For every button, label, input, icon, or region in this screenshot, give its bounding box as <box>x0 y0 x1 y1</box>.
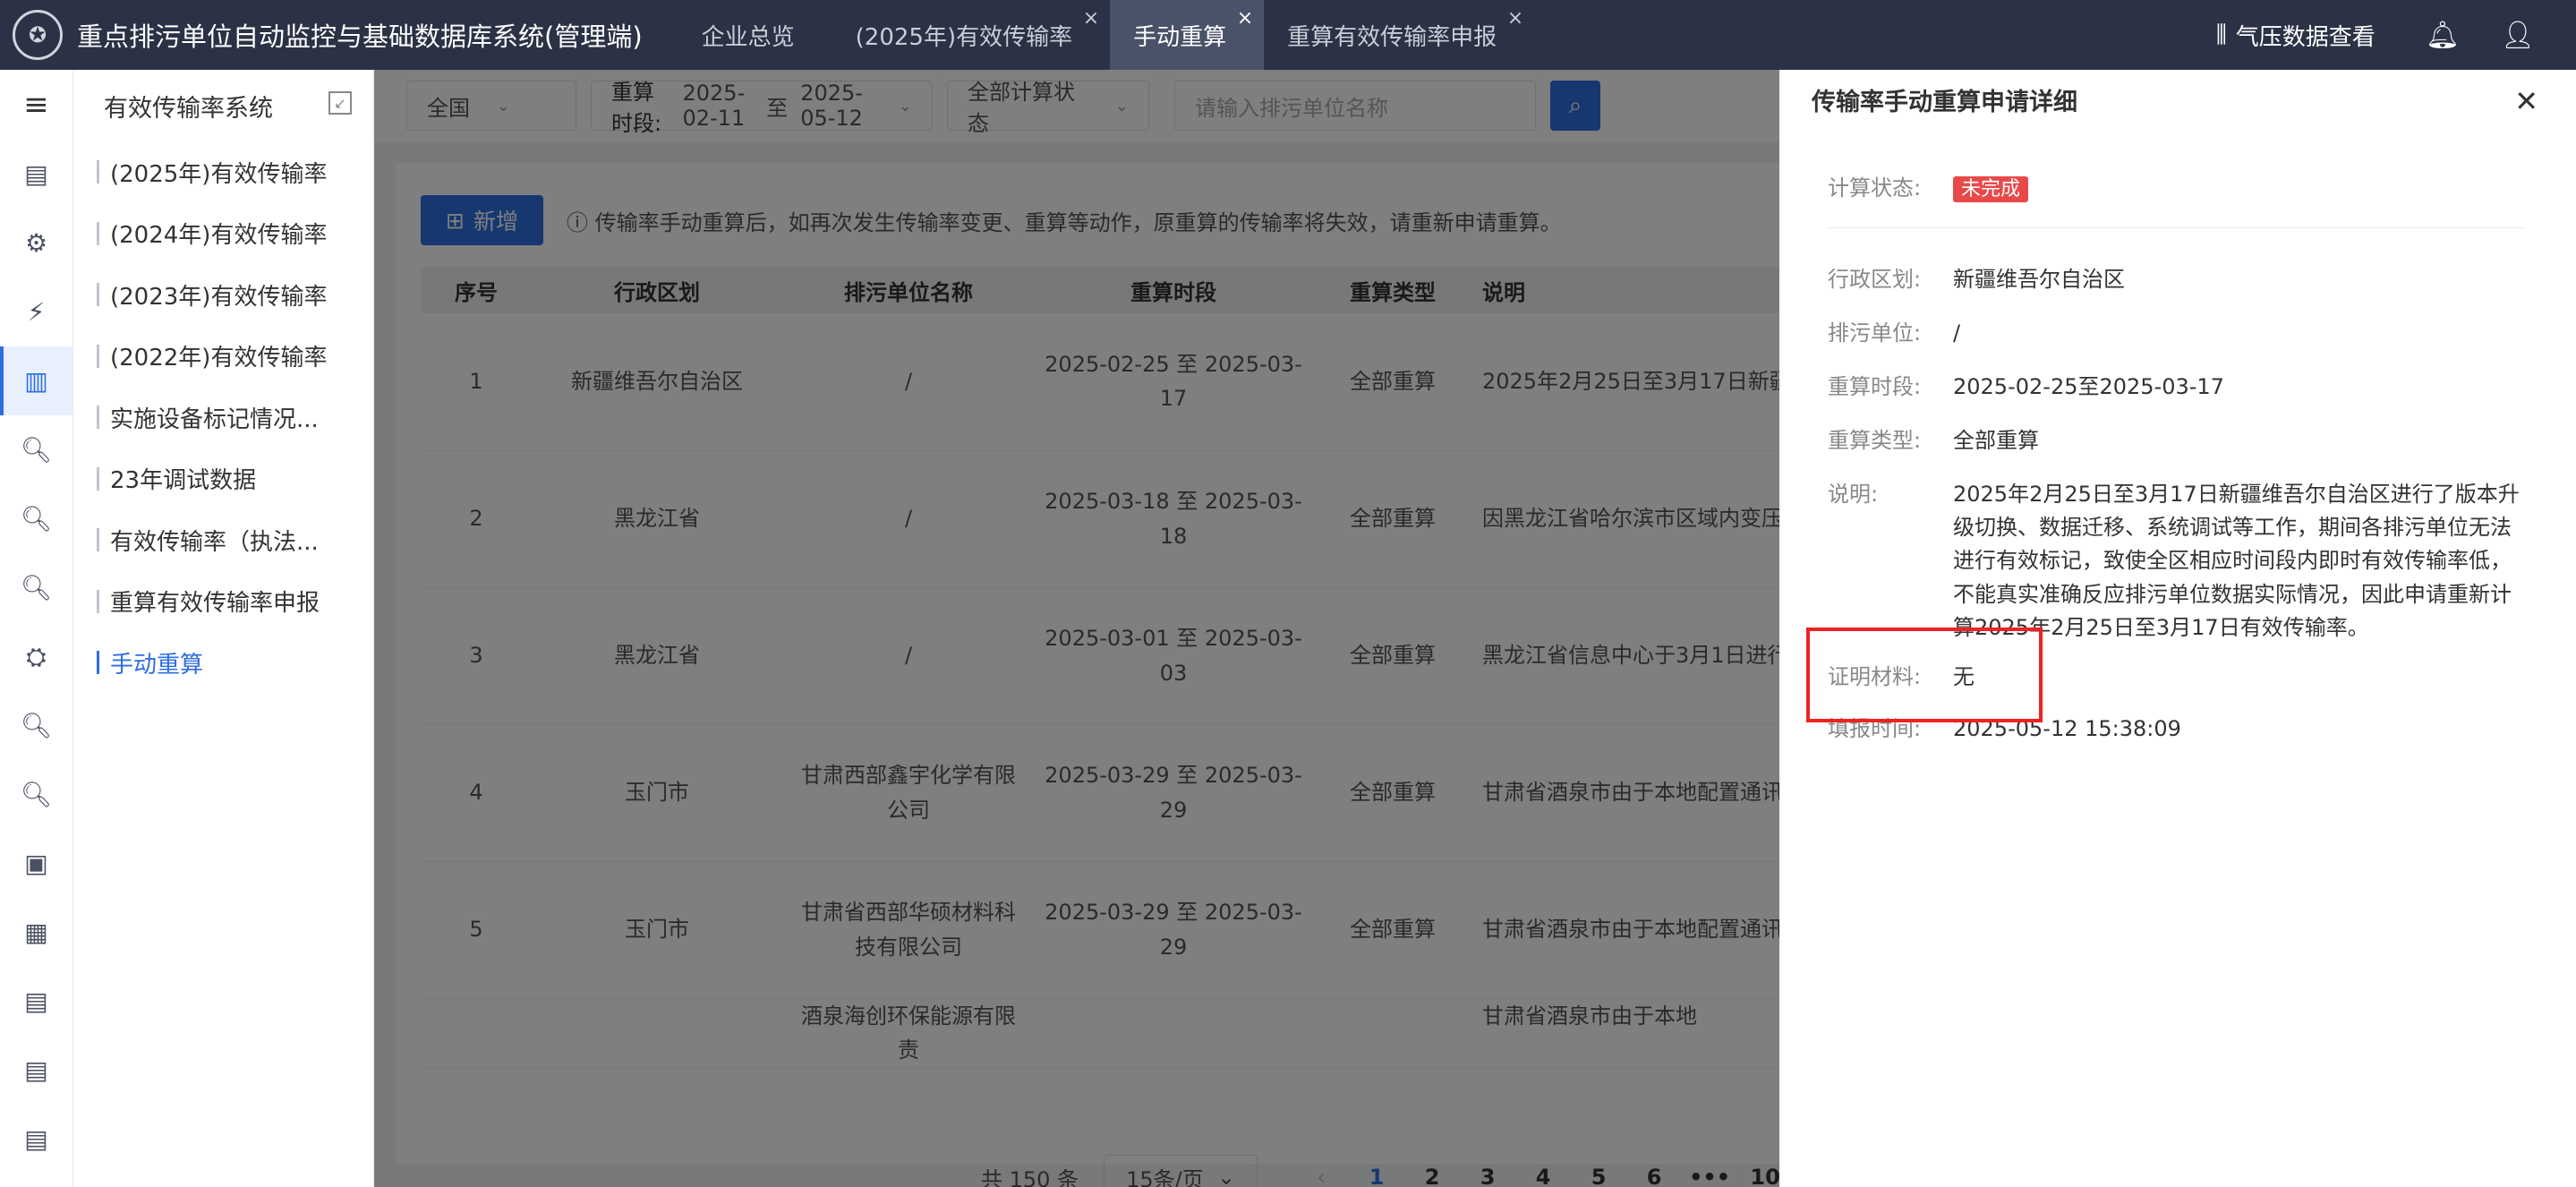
submenu-item-label: (2022年)有效传输率 <box>110 345 328 372</box>
pressure-data-label: 气压数据查看 <box>2235 23 2376 51</box>
submenu-item-label: (2024年)有效传输率 <box>110 222 328 250</box>
chart-monitor-icon[interactable]: ▤ <box>0 1105 73 1174</box>
field-row-region: 行政区划: 新疆维吾尔自治区 <box>1828 263 2526 296</box>
status-row: 计算状态: 未完成 <box>1828 172 2526 205</box>
submenu-item-2024-rate[interactable]: (2024年)有效传输率 <box>73 203 373 265</box>
top-bar: ✪ 重点排污单位自动监控与基础数据库系统(管理端) 企业总览 (2025年)有效… <box>0 0 2576 70</box>
submenu-title: 有效传输率系统 ↙ <box>73 70 373 141</box>
doc-search-icon[interactable]: 🔍︎ <box>0 691 73 760</box>
doc-search-icon[interactable]: 🔍︎ <box>0 415 73 484</box>
panel-gear-icon[interactable]: ▦ <box>0 898 73 967</box>
field-value: 2025年2月25日至3月17日新疆维吾尔自治区进行了版本升级切换、数据迁移、系… <box>1953 482 2520 640</box>
field-row-period: 重算时段: 2025-02-25至2025-03-17 <box>1828 371 2526 404</box>
panel-user-icon[interactable]: ▣ <box>0 829 73 898</box>
submenu-item-label: 手动重算 <box>110 651 204 679</box>
field-value: 新疆维吾尔自治区 <box>1953 267 2125 292</box>
field-label: 行政区划: <box>1828 267 1922 292</box>
field-label: 重算类型: <box>1828 428 1922 453</box>
item-marker <box>97 221 99 245</box>
close-tab-icon[interactable]: × <box>1237 7 1253 30</box>
submenu-item-label: 23年调试数据 <box>110 467 257 495</box>
status-badge: 未完成 <box>1953 176 2029 202</box>
user-icon[interactable]: 👤︎ <box>2501 20 2535 51</box>
tab-recalc-declaration[interactable]: 重算有效传输率申报 × <box>1264 0 1534 70</box>
submenu-item-label: (2023年)有效传输率 <box>110 283 328 311</box>
hamburger-menu-icon[interactable]: ≡ <box>0 70 73 140</box>
doc-search-icon[interactable]: 🔍︎ <box>0 553 73 622</box>
item-marker <box>97 651 99 675</box>
submenu-item-2023-rate[interactable]: (2023年)有效传输率 <box>73 264 373 326</box>
item-marker <box>97 344 99 368</box>
item-marker <box>97 466 99 491</box>
submenu-title-text: 有效传输率系统 <box>104 94 273 123</box>
close-icon[interactable]: ✕ <box>2514 84 2538 118</box>
transmission-rate-icon[interactable]: ▥ <box>0 346 73 415</box>
submenu-item-2022-rate[interactable]: (2022年)有效传输率 <box>73 326 373 388</box>
tab-2025-transmission-rate[interactable]: (2025年)有效传输率 × <box>832 0 1110 70</box>
tab-label: 企业总览 <box>701 23 795 51</box>
field-label: 计算状态: <box>1828 175 1922 201</box>
settings-panel-icon[interactable]: ⚙ <box>0 209 73 278</box>
emblem-logo-icon: ✪ <box>13 10 63 60</box>
tab-manual-recalc[interactable]: 手动重算 × <box>1110 0 1265 70</box>
chart-monitor-icon[interactable]: ▤ <box>0 967 73 1036</box>
tab-label: (2025年)有效传输率 <box>855 23 1073 51</box>
divider <box>1828 227 2524 228</box>
submenu-item-recalc-declaration[interactable]: 重算有效传输率申报 <box>73 571 373 633</box>
submenu-item-manual-recalc[interactable]: 手动重算 <box>73 632 373 694</box>
item-marker <box>97 406 99 430</box>
submenu-item-device-marking[interactable]: 实施设备标记情况... <box>73 387 373 448</box>
power-panel-icon[interactable]: ⚡ <box>0 278 73 346</box>
collapse-icon[interactable]: ↙ <box>328 91 352 115</box>
submenu-item-23-debug-data[interactable]: 23年调试数据 <box>73 448 373 510</box>
item-marker <box>97 160 99 184</box>
icon-rail: ≡ ▤ ⚙ ⚡ ▥ 🔍︎ 🔍︎ 🔍︎ ⛭ 🔍︎ 🔍︎ ▣ ▦ ▤ ▤ ▤ <box>0 70 73 1187</box>
item-marker <box>97 589 99 613</box>
doc-search-icon[interactable]: 🔍︎ <box>0 760 73 829</box>
item-marker <box>97 283 99 307</box>
tab-label: 手动重算 <box>1133 23 1227 51</box>
field-value: 2025-02-25至2025-03-17 <box>1953 374 2224 399</box>
annotation-highlight-box <box>1806 628 2043 722</box>
field-row-unit: 排污单位: / <box>1828 317 2526 350</box>
field-label: 说明: <box>1828 482 1879 507</box>
drawer-header: 传输率手动重算申请详细 ✕ <box>1779 70 2576 129</box>
field-value: 全部重算 <box>1953 428 2039 453</box>
close-tab-icon[interactable]: × <box>1507 7 1523 30</box>
submenu-item-label: 实施设备标记情况... <box>110 406 319 433</box>
submenu-item-label: (2025年)有效传输率 <box>110 160 328 188</box>
submenu-item-enforcement-rate[interactable]: 有效传输率（执法... <box>73 509 373 571</box>
tab-enterprise-overview[interactable]: 企业总览 <box>678 0 832 70</box>
submenu-item-label: 有效传输率（执法... <box>110 528 319 556</box>
chart-monitor-icon[interactable]: ▤ <box>0 140 73 209</box>
tab-label: 重算有效传输率申报 <box>1287 23 1497 51</box>
field-row-type: 重算类型: 全部重算 <box>1828 424 2526 457</box>
shield-gear-icon[interactable]: ⛭ <box>0 622 73 691</box>
field-row-description: 说明: 2025年2月25日至3月17日新疆维吾尔自治区进行了版本升级切换、数据… <box>1828 478 2526 645</box>
bar-chart-icon: ⫼ <box>2215 21 2227 48</box>
submenu: 有效传输率系统 ↙ (2025年)有效传输率 (2024年)有效传输率 (202… <box>73 70 374 1187</box>
drawer-title: 传输率手动重算申请详细 <box>1812 88 2077 116</box>
top-right-tools: ⫼ 气压数据查看 🔔︎ 👤︎ <box>2216 0 2576 70</box>
close-tab-icon[interactable]: × <box>1083 7 1099 30</box>
doc-search-icon[interactable]: 🔍︎ <box>0 484 73 553</box>
submenu-item-2025-rate[interactable]: (2025年)有效传输率 <box>73 141 373 203</box>
field-label: 排污单位: <box>1828 320 1922 346</box>
submenu-item-label: 重算有效传输率申报 <box>110 590 320 618</box>
bell-icon[interactable]: 🔔︎ <box>2426 20 2460 51</box>
field-label: 重算时段: <box>1828 374 1922 399</box>
app-title: 重点排污单位自动监控与基础数据库系统(管理端) <box>77 21 643 52</box>
pressure-data-link[interactable]: ⫼ 气压数据查看 <box>2216 19 2376 52</box>
chart-monitor-icon[interactable]: ▤ <box>0 1036 73 1105</box>
field-value: / <box>1953 320 1961 346</box>
item-marker <box>97 528 99 552</box>
